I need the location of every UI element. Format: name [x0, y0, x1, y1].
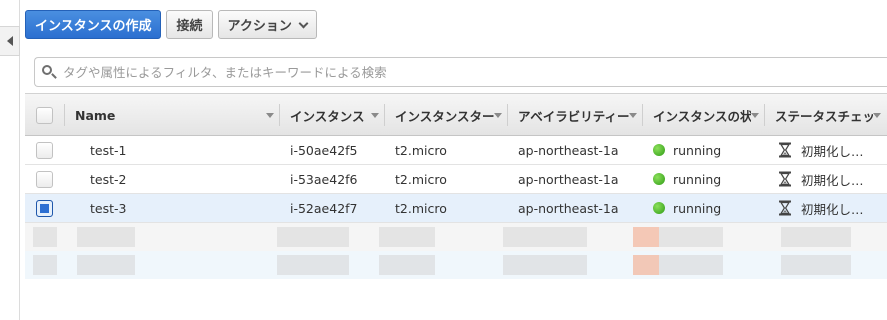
status-dot-icon: [653, 173, 665, 185]
status-check-text: 初期化し…: [801, 201, 864, 217]
actions-label: アクション: [227, 19, 292, 34]
instance-name: test-2: [90, 171, 127, 187]
status-dot-icon: [653, 202, 665, 214]
instance-name: test-3: [90, 200, 127, 216]
table-row[interactable]: test-1 i-50ae42f5 t2.micro ap-northeast-…: [25, 136, 887, 165]
status-check-text: 初期化し…: [801, 143, 864, 159]
search-input[interactable]: [63, 64, 843, 80]
column-header-instance-type[interactable]: インスタンスター: [385, 94, 508, 136]
instance-type: t2.micro: [395, 171, 447, 187]
instance-state: running: [673, 142, 722, 158]
column-header-status-check[interactable]: ステータスチェッ: [765, 94, 887, 136]
table-row[interactable]: test-2 i-53ae42f6 t2.micro ap-northeast-…: [25, 165, 887, 194]
sort-arrow-icon[interactable]: [494, 113, 502, 118]
column-header-instance-id[interactable]: インスタンス: [280, 94, 385, 136]
availability-zone: ap-northeast-1a: [518, 171, 619, 187]
column-header-label: アベイラビリティー: [518, 108, 629, 124]
instances-table: Name インスタンス インスタンスター アベイラビリティー インスタンスの状 …: [25, 93, 887, 279]
availability-zone: ap-northeast-1a: [518, 142, 619, 158]
hourglass-icon: [779, 142, 791, 158]
connect-label: 接続: [176, 19, 203, 34]
column-header-label: インスタンス: [290, 108, 365, 124]
chevron-down-icon: [298, 18, 309, 28]
toolbar: インスタンスの作成 接続 アクション: [25, 10, 317, 39]
table-header: Name インスタンス インスタンスター アベイラビリティー インスタンスの状 …: [25, 93, 887, 136]
column-header-name[interactable]: Name: [65, 94, 280, 136]
table-row-selected[interactable]: test-3 i-52ae42f7 t2.micro ap-northeast-…: [25, 194, 887, 223]
search-icon: [41, 64, 57, 80]
launch-instance-button[interactable]: インスタンスの作成: [25, 10, 162, 39]
launch-instance-label: インスタンスの作成: [35, 19, 152, 34]
availability-zone: ap-northeast-1a: [518, 200, 619, 216]
sort-arrow-icon[interactable]: [266, 113, 274, 118]
column-header-availability-zone[interactable]: アベイラビリティー: [508, 94, 643, 136]
instance-type: t2.micro: [395, 200, 447, 216]
triangle-left-icon: [6, 36, 13, 46]
actions-dropdown-button[interactable]: アクション: [217, 10, 317, 39]
column-header-label: インスタンスの状: [653, 108, 751, 124]
status-check-text: 初期化し…: [801, 172, 864, 188]
instance-id: i-53ae42f6: [290, 171, 358, 187]
select-all-cell: [25, 94, 65, 136]
instance-id: i-52ae42f7: [290, 200, 358, 216]
filter-search-box[interactable]: [34, 57, 887, 87]
row-checkbox[interactable]: [36, 170, 53, 188]
collapse-sidebar-button[interactable]: [0, 26, 20, 56]
column-header-instance-state[interactable]: インスタンスの状: [643, 94, 765, 136]
column-header-label: インスタンスター: [395, 108, 494, 124]
sort-arrow-icon[interactable]: [873, 113, 881, 118]
left-panel-gutter: [0, 0, 20, 320]
instance-state: running: [673, 171, 722, 187]
column-header-label: Name: [75, 107, 116, 123]
sort-arrow-icon[interactable]: [371, 113, 379, 118]
redacted-row: [25, 251, 887, 279]
instance-name: test-1: [90, 142, 127, 158]
connect-button[interactable]: 接続: [166, 10, 213, 39]
hourglass-icon: [779, 200, 791, 216]
sort-arrow-icon[interactable]: [751, 113, 759, 118]
status-dot-icon: [653, 144, 665, 156]
select-all-checkbox[interactable]: [36, 106, 53, 124]
redacted-row: [25, 223, 887, 251]
instance-type: t2.micro: [395, 142, 447, 158]
row-checkbox[interactable]: [36, 141, 53, 159]
ec2-instances-page: インスタンスの作成 接続 アクション Name インスタンス: [0, 0, 887, 320]
hourglass-icon: [779, 171, 791, 187]
instance-id: i-50ae42f5: [290, 142, 358, 158]
sort-arrow-icon[interactable]: [629, 113, 637, 118]
row-checkbox[interactable]: [36, 199, 53, 217]
column-header-label: ステータスチェッ: [775, 108, 873, 124]
instance-state: running: [673, 200, 722, 216]
